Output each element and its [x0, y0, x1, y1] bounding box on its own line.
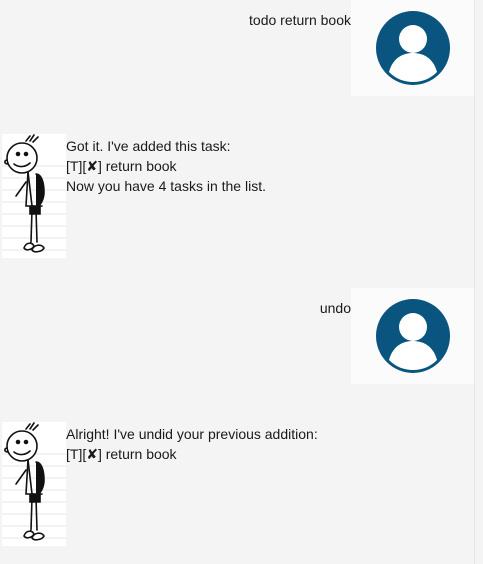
vertical-scrollbar[interactable] — [474, 0, 483, 564]
bot-message: Alright! I've undid your previous additi… — [0, 422, 475, 546]
user-avatar-icon — [376, 299, 450, 373]
bot-message-line: Got it. I've added this task: — [66, 138, 231, 154]
user-message-text: todo return book — [249, 12, 351, 28]
bot-avatar — [2, 422, 66, 546]
bot-message-line: [T][✘] return book — [66, 158, 177, 174]
user-avatar — [351, 288, 475, 384]
bot-message-line: [T][✘] return book — [66, 446, 177, 462]
bot-message-line: Now you have 4 tasks in the list. — [66, 178, 266, 194]
bot-message: Got it. I've added this task: [T][✘] ret… — [0, 134, 475, 258]
user-message-text: undo — [319, 300, 351, 316]
user-message: todo return book — [0, 0, 475, 96]
chat-window: todo return book Got it. I've added this… — [0, 0, 475, 564]
wimpy-kid-avatar-icon — [2, 134, 66, 253]
bot-message-text: Alright! I've undid your previous additi… — [66, 424, 318, 464]
bot-message-line: Alright! I've undid your previous additi… — [66, 426, 318, 442]
bot-avatar — [2, 134, 66, 258]
wimpy-kid-avatar-icon — [2, 422, 66, 541]
user-avatar — [351, 0, 475, 96]
user-message: undo — [0, 288, 475, 384]
user-avatar-icon — [376, 11, 450, 85]
bot-message-text: Got it. I've added this task: [T][✘] ret… — [66, 136, 266, 196]
